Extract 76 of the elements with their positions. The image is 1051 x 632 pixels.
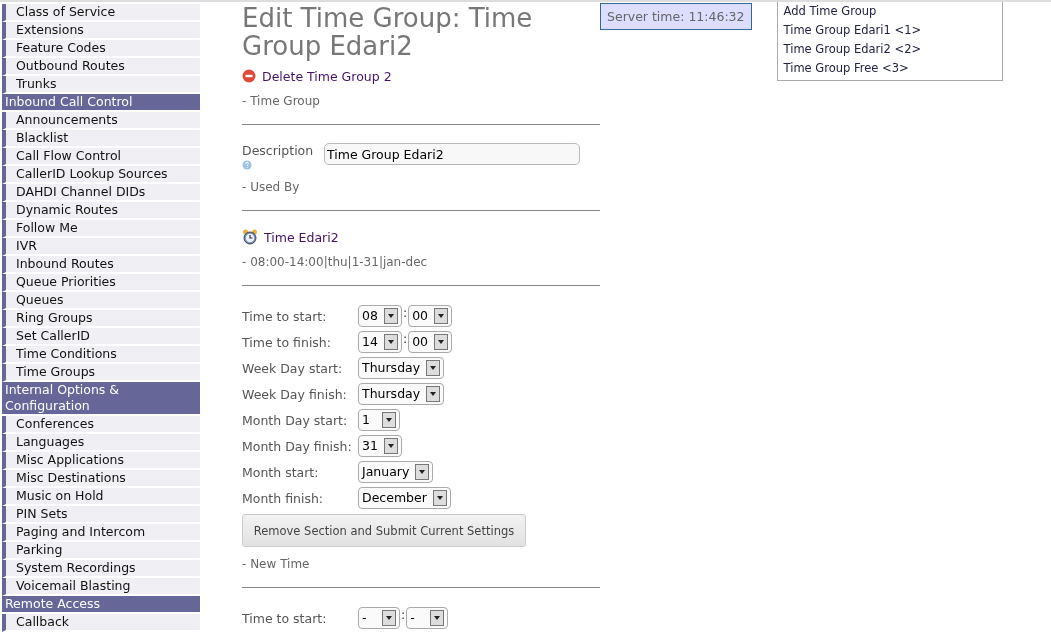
dropdown[interactable]: - (406, 607, 449, 629)
dropdown[interactable]: 00 (408, 305, 453, 327)
time-condition-link[interactable]: Time Edari2 (264, 229, 339, 245)
sidebar-item[interactable]: Class of Service (2, 4, 200, 22)
sidebar-item[interactable]: Voicemail Blasting (2, 578, 200, 596)
sidebar-item[interactable]: Inbound Routes (2, 256, 200, 274)
sidebar-item[interactable]: Extensions (2, 22, 200, 40)
sidebar-item[interactable]: Music on Hold (2, 488, 200, 506)
group-list-link[interactable]: Add Time Group (783, 2, 1002, 21)
sidebar-item[interactable]: Parking (2, 542, 200, 560)
sidebar-item[interactable]: DAHDI Channel DIDs (2, 184, 200, 202)
sidebar-item[interactable]: Set CallerID (2, 328, 200, 346)
field-label: Month finish: (242, 490, 325, 506)
sidebar-item[interactable]: Paging and Intercom (2, 524, 200, 542)
dropdown[interactable]: - (358, 607, 400, 629)
sidebar-item[interactable]: Follow Me (2, 220, 200, 238)
sidebar-item[interactable]: Misc Applications (2, 452, 200, 470)
sidebar-item[interactable]: Time Groups (2, 364, 200, 382)
sidebar-item[interactable]: Feature Codes (2, 40, 200, 58)
alarm-clock-icon (242, 229, 258, 245)
sidebar-item[interactable]: PIN Sets (2, 506, 200, 524)
delete-link[interactable]: Delete Time Group 2 (262, 68, 392, 84)
sidebar-item[interactable]: Conferences (2, 416, 200, 434)
dropdown[interactable]: Thursday (358, 357, 445, 379)
used-by-detail: - 08:00-14:00|thu|1-31|jan-dec (242, 255, 429, 271)
section-heading: - New Time (242, 557, 311, 573)
time-separator: : (401, 305, 409, 320)
page-title: Edit Time Group: Time Group Edari2 (242, 4, 534, 60)
dropdown[interactable]: 08 (358, 305, 402, 327)
sidebar-item[interactable]: Announcements (2, 112, 200, 130)
sidebar-item[interactable]: Misc Destinations (2, 470, 200, 488)
sidebar-item[interactable]: Trunks (2, 76, 200, 94)
sidebar-category: Internal Options & Configuration (2, 382, 200, 416)
sidebar-item[interactable]: IVR (2, 238, 200, 256)
sidebar-item[interactable]: Dynamic Routes (2, 202, 200, 220)
field-label: Month start: (242, 464, 320, 480)
sidebar-item[interactable]: Queues (2, 292, 200, 310)
field-label: Time to finish: (242, 334, 332, 350)
group-list-link[interactable]: Time Group Edari1 <1> (783, 21, 1002, 40)
field-label: Time to start: (242, 610, 328, 626)
section-heading: - Time Group (242, 94, 321, 110)
field-label: Month Day start: (242, 412, 349, 428)
sidebar-item[interactable]: Ring Groups (2, 310, 200, 328)
sidebar-item[interactable]: Callback (2, 614, 200, 632)
field-label: Description (242, 143, 315, 158)
dropdown[interactable]: 31 (358, 435, 402, 457)
sidebar-item[interactable]: Blacklist (2, 130, 200, 148)
server-time: Server time: 11:46:32 (600, 3, 752, 30)
field-label: Week Day finish: (242, 386, 348, 402)
dropdown[interactable]: 14 (358, 331, 402, 353)
sidebar-item[interactable]: Call Flow Control (2, 148, 200, 166)
field-label: Time to start: (242, 308, 328, 324)
dropdown[interactable]: December (358, 487, 451, 509)
dropdown[interactable]: 00 (408, 331, 453, 353)
sidebar-item[interactable]: CallerID Lookup Sources (2, 166, 200, 184)
sidebar-item[interactable]: Queue Priorities (2, 274, 200, 292)
dropdown[interactable]: January (358, 461, 434, 483)
remove-section-button[interactable]: Remove Section and Submit Current Settings (242, 514, 526, 547)
delete-icon (242, 69, 256, 83)
sidebar-item[interactable]: Languages (2, 434, 200, 452)
field-label: Week Day start: (242, 360, 344, 376)
sidebar-item[interactable]: Outbound Routes (2, 58, 200, 76)
group-list-link[interactable]: Time Group Edari2 <2> (783, 40, 1002, 59)
sidebar-category: Remote Access (2, 596, 200, 614)
sidebar-item[interactable]: System Recordings (2, 560, 200, 578)
time-separator: : (401, 331, 409, 346)
dropdown[interactable]: Thursday (358, 383, 445, 405)
time-separator: : (400, 607, 407, 622)
description-input[interactable]: Time Group Edari2 (324, 143, 580, 165)
dropdown[interactable]: 1 (358, 409, 400, 431)
group-list-link[interactable]: Time Group Free <3> (783, 59, 1002, 78)
help-icon (242, 160, 252, 170)
sidebar-category: Inbound Call Control (2, 94, 200, 112)
section-heading: - Used By (242, 180, 301, 196)
field-label: Month Day finish: (242, 438, 353, 454)
sidebar-item[interactable]: Time Conditions (2, 346, 200, 364)
